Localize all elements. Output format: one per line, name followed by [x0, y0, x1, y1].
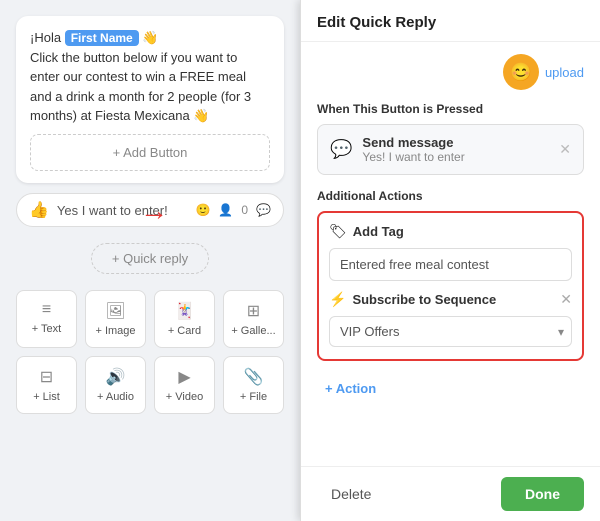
subscribe-sequence-close-button[interactable]: ✕ — [560, 291, 572, 308]
add-action-button[interactable]: + Action — [317, 373, 384, 404]
text-label: + Text — [32, 323, 61, 335]
image-label: + Image — [95, 325, 135, 337]
audio-label: + Audio — [97, 391, 134, 403]
image-icon: 🖼 — [105, 301, 125, 321]
edit-quick-reply-modal: Edit Quick Reply 😊 upload When This Butt… — [300, 0, 600, 521]
quick-reply-icons: 🙂 👤 0 💬 — [195, 203, 271, 217]
left-panel: ¡Hola First Name 👋 Click the button belo… — [0, 0, 300, 521]
list-label: + List — [33, 391, 60, 403]
toolbar-audio[interactable]: 🔊 + Audio — [85, 356, 146, 414]
name-tag: First Name — [65, 30, 139, 46]
send-message-icon: 💬 — [330, 139, 352, 160]
toolbar-gallery[interactable]: ⊞ + Galle... — [223, 290, 284, 348]
greeting-text: ¡Hola — [30, 30, 65, 45]
bottom-toolbar: ≡ + Text 🖼 + Image 🃏 + Card ⊞ + Galle...… — [16, 290, 284, 414]
add-quick-reply-button[interactable]: + Quick reply — [91, 243, 209, 274]
upload-area: 😊 upload — [317, 54, 584, 90]
tag-icon: 🏷 — [329, 223, 347, 240]
file-icon: 📎 — [244, 367, 264, 387]
message-bubble: ¡Hola First Name 👋 Click the button belo… — [16, 16, 284, 183]
send-message-box[interactable]: 💬 Send message Yes! I want to enter ✕ — [317, 124, 584, 175]
count-badge: 0 — [241, 203, 248, 217]
send-message-close-button[interactable]: ✕ — [559, 141, 571, 158]
add-button[interactable]: + Add Button — [30, 134, 270, 172]
upload-emoji-icon: 😊 — [503, 54, 539, 90]
toolbar-text[interactable]: ≡ + Text — [16, 290, 77, 348]
audio-icon: 🔊 — [106, 367, 126, 387]
list-icon: ⊟ — [40, 367, 53, 387]
toolbar-image[interactable]: 🖼 + Image — [85, 290, 146, 348]
subscribe-sequence-row: ⚡ Subscribe to Sequence ✕ — [329, 291, 572, 308]
message-body: Click the button below if you want to en… — [30, 50, 251, 124]
send-message-title: Send message — [362, 135, 549, 150]
upload-link[interactable]: upload — [545, 65, 584, 80]
modal-title: Edit Quick Reply — [317, 14, 436, 31]
actions-highlighted-box: 🏷 Add Tag ⚡ Subscribe to Sequence ✕ VIP … — [317, 211, 584, 361]
video-icon: ▶ — [178, 367, 190, 387]
add-tag-label: Add Tag — [353, 224, 404, 239]
thumb-icon: 👍 — [29, 200, 49, 220]
card-label: + Card — [168, 325, 201, 337]
gallery-icon: ⊞ — [247, 301, 260, 321]
person-icon: 👤 — [218, 203, 233, 217]
toolbar-list[interactable]: ⊟ + List — [16, 356, 77, 414]
red-arrow-indicator: → — [140, 195, 168, 227]
wave-emoji: 👋 — [142, 30, 158, 45]
add-tag-row: 🏷 Add Tag — [329, 223, 572, 240]
emoji-icon: 🙂 — [195, 203, 210, 217]
sequence-select-wrapper: VIP Offers Welcome Series Promo Sequence… — [329, 316, 572, 347]
send-message-content: Send message Yes! I want to enter — [362, 135, 549, 164]
sequence-select[interactable]: VIP Offers Welcome Series Promo Sequence — [329, 316, 572, 347]
send-message-subtitle: Yes! I want to enter — [362, 150, 549, 164]
text-icon: ≡ — [42, 301, 51, 319]
additional-actions-label: Additional Actions — [317, 189, 584, 203]
modal-header: Edit Quick Reply — [301, 0, 600, 42]
video-label: + Video — [166, 391, 203, 403]
delete-button[interactable]: Delete — [317, 478, 385, 510]
when-pressed-label: When This Button is Pressed — [317, 102, 584, 116]
subscribe-sequence-label: Subscribe to Sequence — [352, 292, 496, 307]
toolbar-file[interactable]: 📎 + File — [223, 356, 284, 414]
toolbar-card[interactable]: 🃏 + Card — [154, 290, 215, 348]
tag-input-field[interactable] — [329, 248, 572, 281]
modal-footer: Delete Done — [301, 466, 600, 521]
gallery-label: + Galle... — [231, 325, 275, 337]
modal-body: 😊 upload When This Button is Pressed 💬 S… — [301, 42, 600, 466]
chat-icon: 💬 — [256, 203, 271, 217]
done-button[interactable]: Done — [501, 477, 584, 511]
toolbar-video[interactable]: ▶ + Video — [154, 356, 215, 414]
card-icon: 🃏 — [175, 301, 195, 321]
sequence-icon: ⚡ — [329, 291, 346, 308]
file-label: + File — [240, 391, 267, 403]
